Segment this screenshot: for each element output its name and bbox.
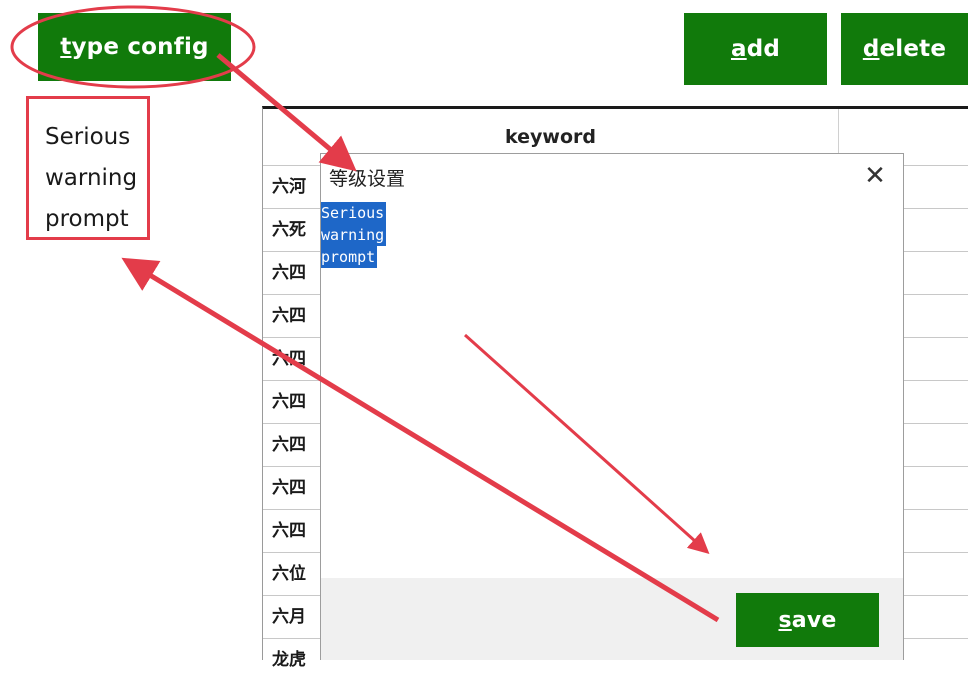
table-cell: 六四 (272, 306, 306, 326)
type-config-accel: t (60, 34, 72, 60)
add-label: dd (746, 36, 781, 62)
type-config-button[interactable]: t ype config (38, 13, 231, 81)
table-cell: 六河 (272, 177, 306, 197)
level-text-area[interactable]: Serious warning prompt (321, 202, 904, 577)
selected-text-line: warning (321, 224, 387, 246)
table-cell: 六位 (272, 564, 306, 584)
table-cell: 六四 (272, 478, 306, 498)
level-label-line: prompt (45, 206, 129, 232)
add-button[interactable]: a dd (684, 13, 827, 85)
table-cell: 六四 (272, 521, 306, 541)
level-label-line: Serious (45, 124, 131, 150)
level-label-box: Serious warning prompt (26, 96, 150, 240)
add-accel: a (730, 36, 747, 62)
delete-button[interactable]: d elete (841, 13, 968, 85)
table-cell: 六死 (272, 220, 306, 240)
table-cell: 六四 (272, 349, 306, 369)
save-button[interactable]: s ave (736, 593, 879, 647)
save-label: ave (791, 607, 837, 633)
table-cell: 六月 (272, 607, 306, 627)
close-icon[interactable]: ✕ (861, 162, 889, 190)
table-cell: 六四 (272, 263, 306, 283)
level-settings-dialog: 等级设置 ✕ Serious warning prompt s ave (320, 153, 904, 660)
type-config-label: ype config (71, 34, 209, 60)
delete-label: elete (879, 36, 947, 62)
level-label-line: warning (45, 165, 138, 191)
table-cell: 六四 (272, 435, 306, 455)
table-cell: 六四 (272, 392, 306, 412)
dialog-title: 等级设置 (329, 168, 406, 190)
selected-text-line: Serious (321, 202, 387, 224)
selected-text-line: prompt (321, 246, 378, 268)
dialog-footer: s ave (321, 578, 903, 660)
save-accel: s (778, 607, 792, 633)
table-cell: 龙虎 (272, 650, 306, 670)
delete-accel: d (862, 36, 880, 62)
